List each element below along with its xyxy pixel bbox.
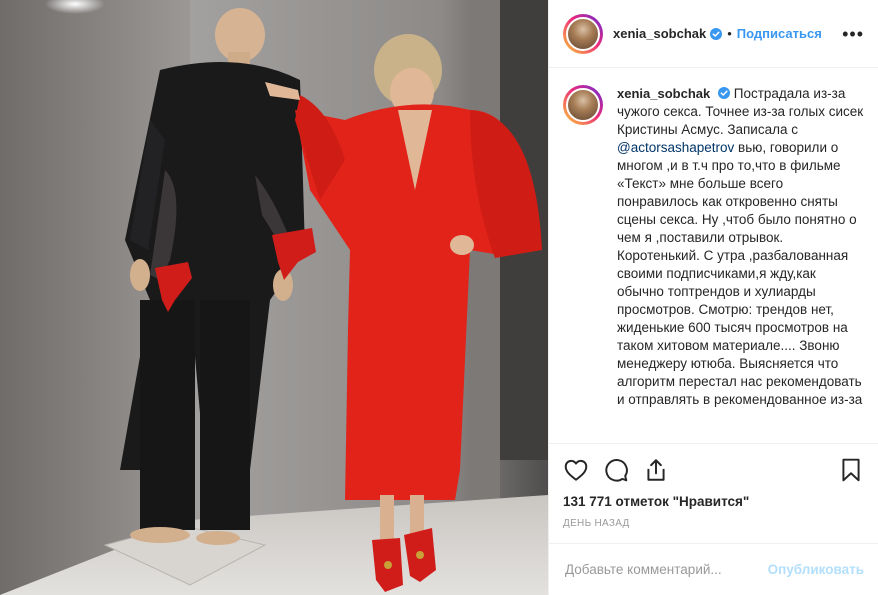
post-sidebar: xenia_sobchak • Подписаться ••• xenia_so… [548, 0, 878, 595]
mention-link[interactable]: @actorsashapetrov [617, 140, 734, 155]
like-heart-icon[interactable] [563, 457, 589, 483]
share-icon[interactable] [643, 457, 669, 483]
caption-avatar-ring[interactable] [563, 85, 603, 125]
add-comment-form: Опубликовать [549, 543, 878, 595]
follow-button[interactable]: Подписаться [737, 26, 822, 41]
save-bookmark-icon[interactable] [838, 457, 864, 483]
caption-username[interactable]: xenia_sobchak [617, 86, 710, 101]
more-options-icon[interactable]: ••• [842, 25, 864, 43]
action-icons [563, 444, 864, 496]
publish-button[interactable]: Опубликовать [768, 562, 864, 577]
likes-count[interactable]: 131 771 отметок "Нравится" [563, 494, 864, 509]
post-image [0, 0, 548, 595]
caption-text: xenia_sobchak Пострадала из-за чужого се… [617, 85, 864, 409]
caption-part-2: вью, говорили о многом ,и в т.ч про то,ч… [617, 140, 863, 407]
caption-comment: xenia_sobchak Пострадала из-за чужого се… [563, 85, 864, 409]
comment-input[interactable] [565, 562, 768, 577]
post-timestamp[interactable]: ДЕНЬ НАЗАД [563, 518, 864, 529]
caption-avatar[interactable] [566, 88, 600, 122]
separator-dot: • [727, 26, 732, 41]
post-photo[interactable] [0, 0, 548, 595]
verified-badge-icon [710, 27, 723, 40]
avatar[interactable] [566, 16, 600, 51]
post-header: xenia_sobchak • Подписаться ••• [549, 0, 878, 68]
author-username[interactable]: xenia_sobchak [613, 26, 706, 41]
story-ring[interactable] [563, 13, 603, 54]
caption-area: xenia_sobchak Пострадала из-за чужого се… [549, 69, 878, 443]
caption-verified-icon [717, 87, 730, 99]
comment-bubble-icon[interactable] [603, 457, 629, 483]
post-actions: 131 771 отметок "Нравится" ДЕНЬ НАЗАД [549, 443, 878, 529]
